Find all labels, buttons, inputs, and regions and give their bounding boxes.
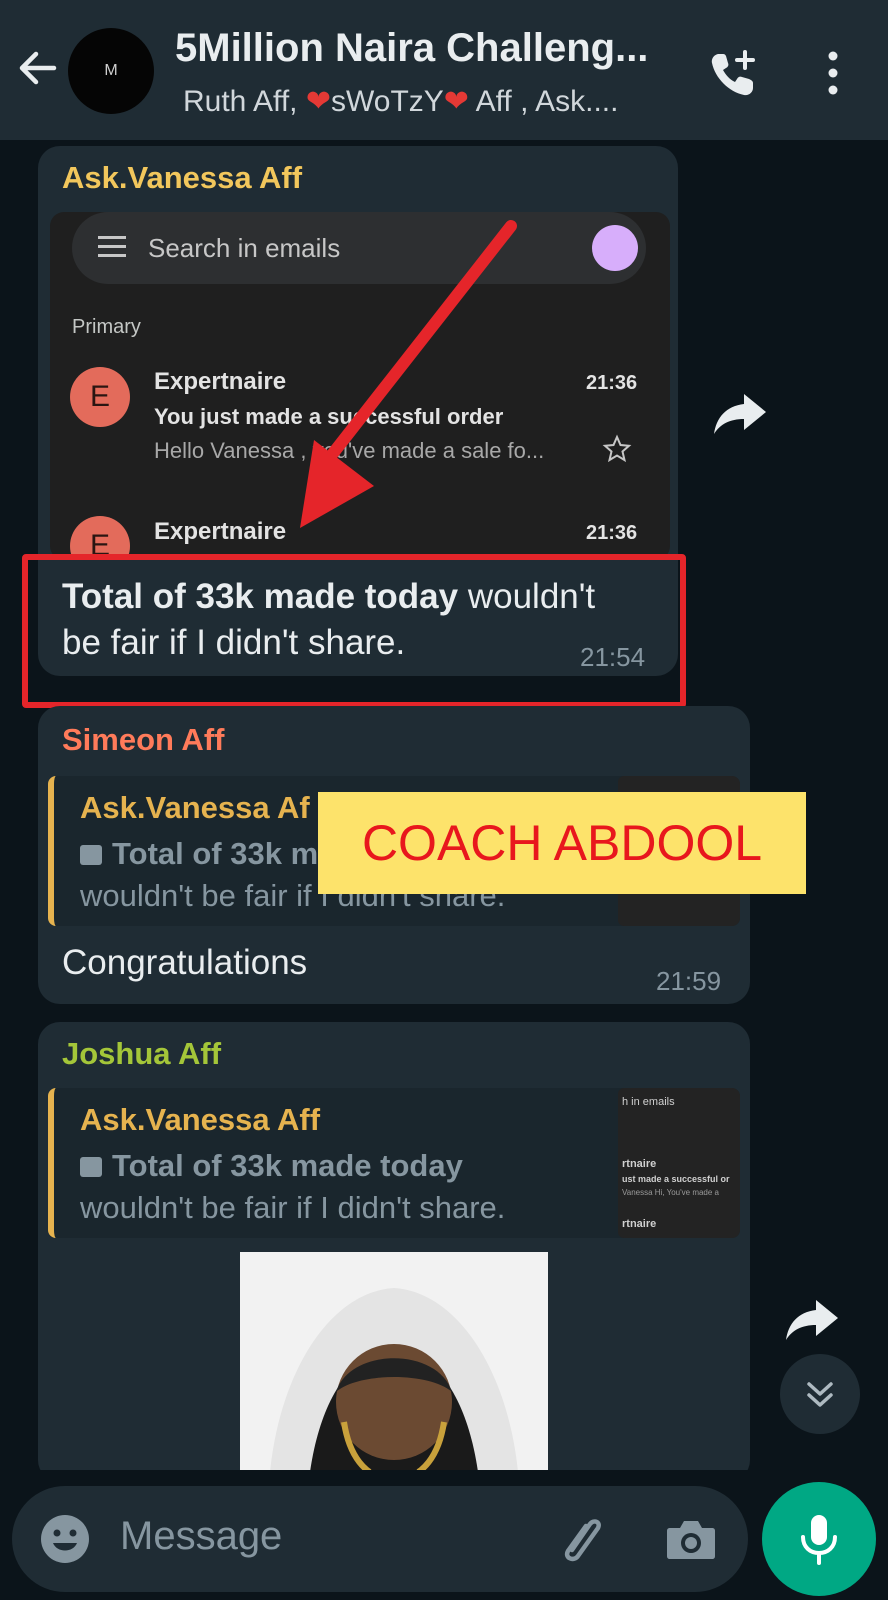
quoted-text-bold: Total of 33k m xyxy=(112,836,319,871)
watermark-label: COACH ABDOOL xyxy=(318,792,806,894)
photo-icon xyxy=(80,845,102,865)
heart-icon: ❤ xyxy=(443,85,469,118)
double-chevron-down-icon xyxy=(807,1382,833,1407)
quoted-reply[interactable]: Ask.Vanessa Aff Total of 33k made today … xyxy=(48,1088,740,1238)
attach-icon[interactable] xyxy=(552,1510,610,1568)
subtitle-part1: Ruth Aff, xyxy=(183,85,306,118)
add-call-icon[interactable] xyxy=(705,46,761,102)
back-arrow-icon[interactable] xyxy=(14,44,62,92)
message-sender: Joshua Aff xyxy=(62,1036,222,1071)
message-time: 21:59 xyxy=(656,966,722,996)
quoted-sender: Ask.Vanessa Aff xyxy=(80,1102,321,1137)
thumbnail-text: rtnaire xyxy=(622,1158,657,1170)
thumbnail-text: h in emails xyxy=(622,1096,675,1108)
thumbnail-text: ust made a successful or xyxy=(622,1174,730,1184)
scroll-to-bottom-button[interactable] xyxy=(780,1354,860,1434)
quoted-thumbnail: h in emails rtnaire ust made a successfu… xyxy=(618,1088,740,1238)
forward-icon[interactable] xyxy=(712,388,768,438)
person-photo-drawing xyxy=(240,1252,548,1470)
emoji-icon[interactable] xyxy=(38,1512,92,1566)
attached-photo[interactable] xyxy=(240,1252,548,1470)
heart-icon: ❤ xyxy=(305,85,331,118)
group-title[interactable]: 5Million Naira Challeng... xyxy=(175,26,675,71)
chat-area: Ask.Vanessa Aff Search in emails Primary… xyxy=(0,140,888,1470)
thumbnail-text: rtnaire xyxy=(622,1218,657,1230)
quoted-text-line1: Total of 33k made today xyxy=(80,1148,463,1184)
subtitle-part3: Aff , Ask.... xyxy=(468,85,619,118)
voice-message-button[interactable] xyxy=(762,1482,876,1596)
quoted-text-line2: wouldn't be fair if I didn't share. xyxy=(80,1190,506,1225)
quoted-text-line1: Total of 33k m xyxy=(80,836,318,872)
camera-icon[interactable] xyxy=(662,1510,720,1568)
message-text: Congratulations xyxy=(62,943,308,982)
group-members-subtitle[interactable]: Ruth Aff, ❤sWoTzY❤ Aff , Ask.... xyxy=(183,84,673,119)
more-options-icon[interactable] xyxy=(818,48,848,98)
message-input-bar[interactable]: Message xyxy=(12,1486,748,1592)
chat-header: M 5Million Naira Challeng... Ruth Aff, ❤… xyxy=(0,0,888,140)
forward-icon[interactable] xyxy=(784,1294,840,1344)
group-avatar[interactable]: M xyxy=(68,28,154,114)
message-input[interactable]: Message xyxy=(120,1514,282,1559)
quoted-sender: Ask.Vanessa Af xyxy=(80,790,310,825)
subtitle-part2: sWoTzY xyxy=(331,85,444,118)
microphone-icon xyxy=(801,1515,837,1565)
message-sender: Simeon Aff xyxy=(62,722,225,757)
thumbnail-text: Vanessa Hi, You've made a xyxy=(622,1188,719,1197)
photo-icon xyxy=(80,1157,102,1177)
quoted-text-bold: Total of 33k made today xyxy=(112,1148,463,1183)
